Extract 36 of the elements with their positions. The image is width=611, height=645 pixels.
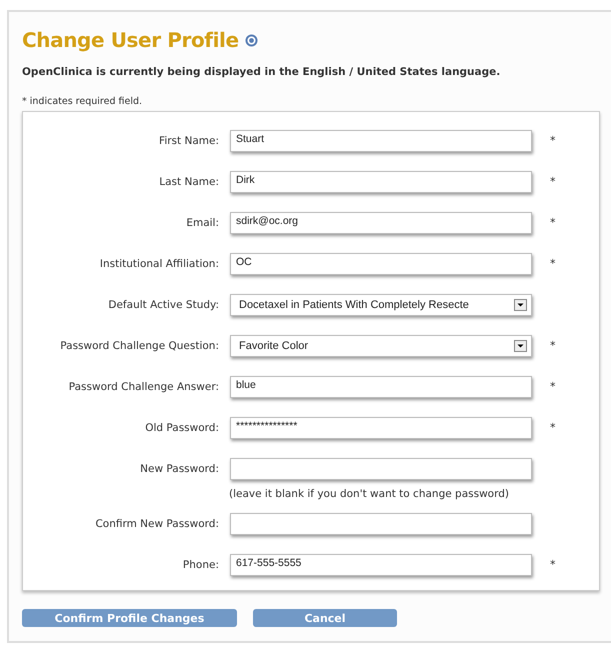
required-mark: * [550,558,556,571]
required-mark: * [550,339,556,352]
field-label: Old Password: [144,422,220,434]
required-mark: * [550,175,556,188]
field-label: Password Challenge Answer: [68,380,220,392]
language-note: OpenClinica is currently being displayed in the English / United States language. [22,66,502,78]
field-label: Confirm New Password: [94,518,220,530]
dropdown-field[interactable]: Docetaxel in Patients With Completely Resecte [230,294,532,316]
caret-icon [514,298,527,310]
page-title: Change User Profile [22,28,239,52]
required-note: * indicates required field. [22,96,144,107]
required-mark: * [550,380,556,393]
input-field[interactable]: Dirk [230,170,532,192]
field-label: Email: [185,216,220,228]
field-label: Password Challenge Question: [59,340,220,352]
input-field[interactable]: 617-555-5555 [230,554,532,576]
input-field[interactable]: OC [230,252,532,274]
caret-icon [514,340,527,352]
field-label: Institutional Affiliation: [98,258,220,270]
field-label: First Name: [158,134,220,146]
input-field[interactable]: Stuart [230,130,532,152]
required-mark: * [550,216,556,229]
field-label: Default Active Study: [107,298,220,310]
input-field[interactable]: *************** [230,416,532,438]
input-field[interactable] [230,458,532,480]
required-mark: * [550,257,556,270]
field-label: Phone: [182,558,220,570]
required-mark: * [550,421,556,434]
dropdown-field[interactable]: Favorite Color [230,334,532,356]
hint-text: (leave it blank if you don't want to change password) [229,488,509,500]
input-field[interactable]: sdirk@oc.org [230,212,532,234]
field-label: New Password: [139,462,220,474]
input-field[interactable] [230,512,532,534]
field-label: Last Name: [158,176,220,188]
input-field[interactable]: blue [230,376,532,398]
required-mark: * [550,134,556,147]
